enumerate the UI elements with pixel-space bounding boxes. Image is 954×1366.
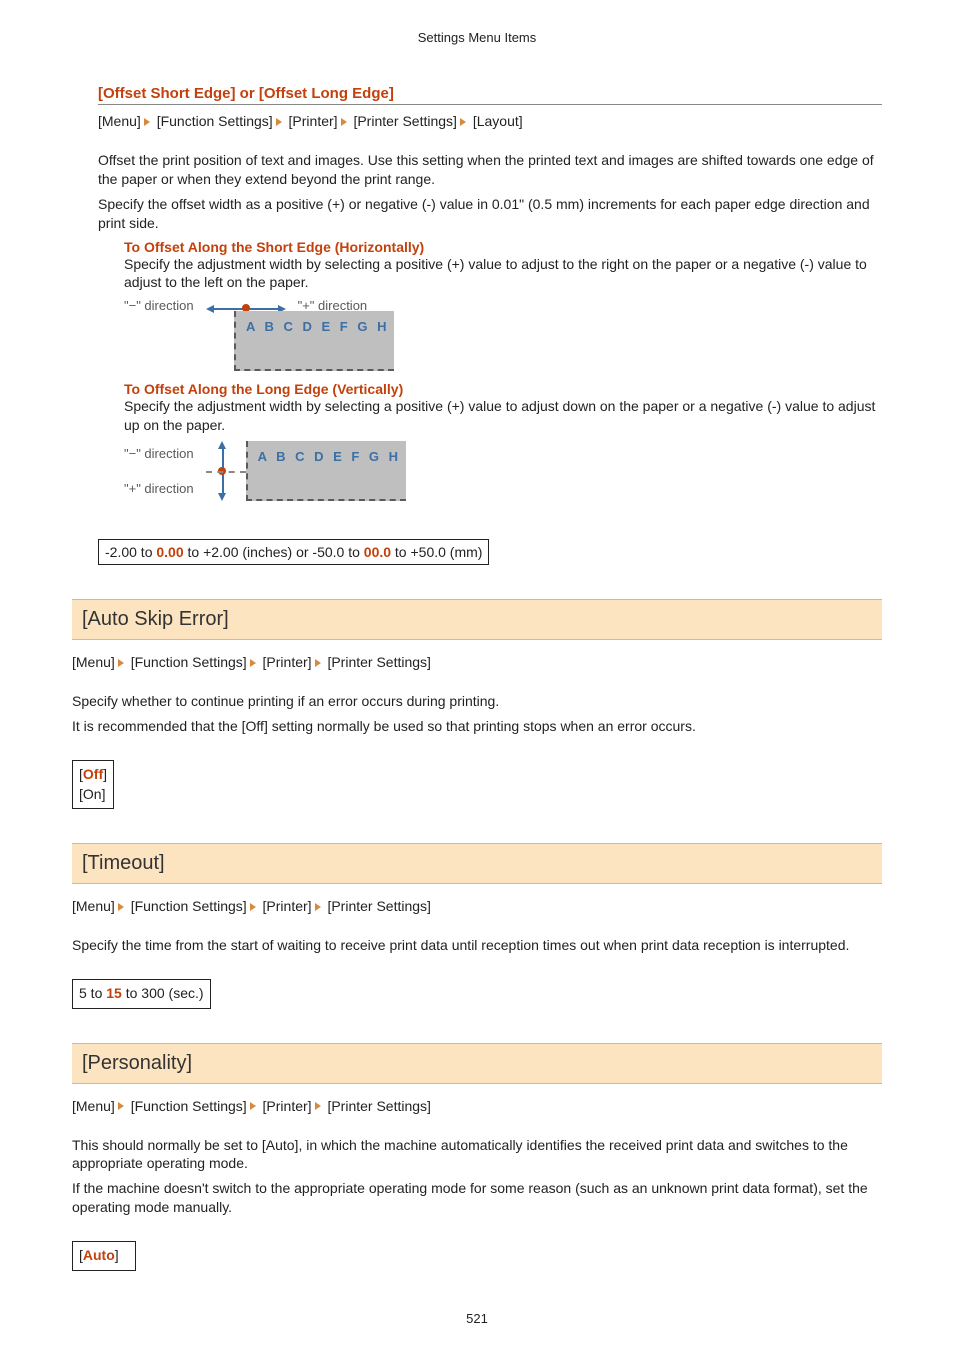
option-bracket: ] [103,766,107,782]
crumb: [Layout] [473,113,523,129]
chevron-right-icon [315,1102,321,1110]
chevron-right-icon [341,118,347,126]
option-on: [On] [79,786,105,802]
crumb: [Menu] [72,654,115,670]
short-edge-diagram: "−" direction "+" direction A B C D E F … [124,298,882,371]
range-text: to +2.00 (inches) or -50.0 to [184,544,364,560]
personality-desc: If the machine doesn't switch to the app… [72,1179,882,1217]
crumb: [Printer] [263,898,312,914]
breadcrumb: [Menu] [Function Settings] [Printer] [Pr… [72,898,882,914]
long-edge-diagram: "−" direction "+" direction A B C D E F … [124,441,882,501]
crumb: [Menu] [98,113,141,129]
auto-skip-desc: It is recommended that the [Off] setting… [72,717,882,736]
dash-connector [206,471,246,473]
breadcrumb: [Menu] [Function Settings] [Printer] [Pr… [72,1098,882,1114]
range-default: 15 [106,985,122,1001]
range-text: to +50.0 (mm) [391,544,482,560]
chevron-right-icon [315,659,321,667]
auto-skip-options-box: [Off] [On] [72,760,114,809]
chevron-right-icon [276,118,282,126]
crumb: [Printer Settings] [327,898,431,914]
horizontal-arrow-icon [206,301,286,311]
short-edge-desc: Specify the adjustment width by selectin… [124,255,882,293]
pos-direction-label: "+" direction [124,481,194,496]
page-header: Settings Menu Items [72,30,882,45]
chevron-right-icon [250,903,256,911]
crumb: [Menu] [72,898,115,914]
chevron-right-icon [118,659,124,667]
range-default: 00.0 [364,544,391,560]
option-default: Off [83,766,103,782]
timeout-range-box: 5 to 15 to 300 (sec.) [72,979,211,1009]
crumb: [Printer Settings] [327,1098,431,1114]
crumb: [Function Settings] [157,113,273,129]
crumb: [Function Settings] [131,898,247,914]
crumb: [Printer Settings] [353,113,457,129]
range-default: 0.00 [156,544,183,560]
timeout-desc: Specify the time from the start of waiti… [72,936,882,955]
chevron-right-icon [460,118,466,126]
crumb: [Menu] [72,1098,115,1114]
breadcrumb: [Menu] [Function Settings] [Printer] [Pr… [98,113,882,129]
neg-direction-label: "−" direction [124,446,194,461]
offset-edge-title: [Offset Short Edge] or [Offset Long Edge… [98,85,882,105]
chevron-right-icon [118,1102,124,1110]
range-text: to 300 (sec.) [122,985,204,1001]
range-text: -2.00 to [105,544,156,560]
auto-skip-error-title: [Auto Skip Error] [72,599,882,640]
neg-direction-label: "−" direction [124,298,194,313]
crumb: [Printer] [263,1098,312,1114]
option-default: Auto [83,1247,115,1263]
breadcrumb: [Menu] [Function Settings] [Printer] [Pr… [72,654,882,670]
page-number: 521 [72,1311,882,1326]
chevron-right-icon [250,659,256,667]
personality-title: [Personality] [72,1043,882,1084]
paper-sample: A B C D E F G H [246,441,406,501]
offset-desc: Specify the offset width as a positive (… [98,195,882,233]
crumb: [Function Settings] [131,1098,247,1114]
long-edge-desc: Specify the adjustment width by selectin… [124,397,882,435]
crumb: [Printer] [289,113,338,129]
paper-sample: A B C D E F G H [234,311,394,371]
chevron-right-icon [144,118,150,126]
chevron-right-icon [315,903,321,911]
personality-options-box: [Auto] [72,1241,136,1271]
offset-range-box: -2.00 to 0.00 to +2.00 (inches) or -50.0… [98,539,489,565]
auto-skip-desc: Specify whether to continue printing if … [72,692,882,711]
chevron-right-icon [118,903,124,911]
long-edge-title: To Offset Along the Long Edge (Verticall… [124,381,882,397]
crumb: [Printer Settings] [327,654,431,670]
chevron-right-icon [250,1102,256,1110]
option-bracket: ] [115,1247,119,1263]
short-edge-title: To Offset Along the Short Edge (Horizont… [124,239,882,255]
crumb: [Printer] [263,654,312,670]
personality-desc: This should normally be set to [Auto], i… [72,1136,882,1174]
crumb: [Function Settings] [131,654,247,670]
timeout-title: [Timeout] [72,843,882,884]
offset-desc: Offset the print position of text and im… [98,151,882,189]
range-text: 5 to [79,985,106,1001]
